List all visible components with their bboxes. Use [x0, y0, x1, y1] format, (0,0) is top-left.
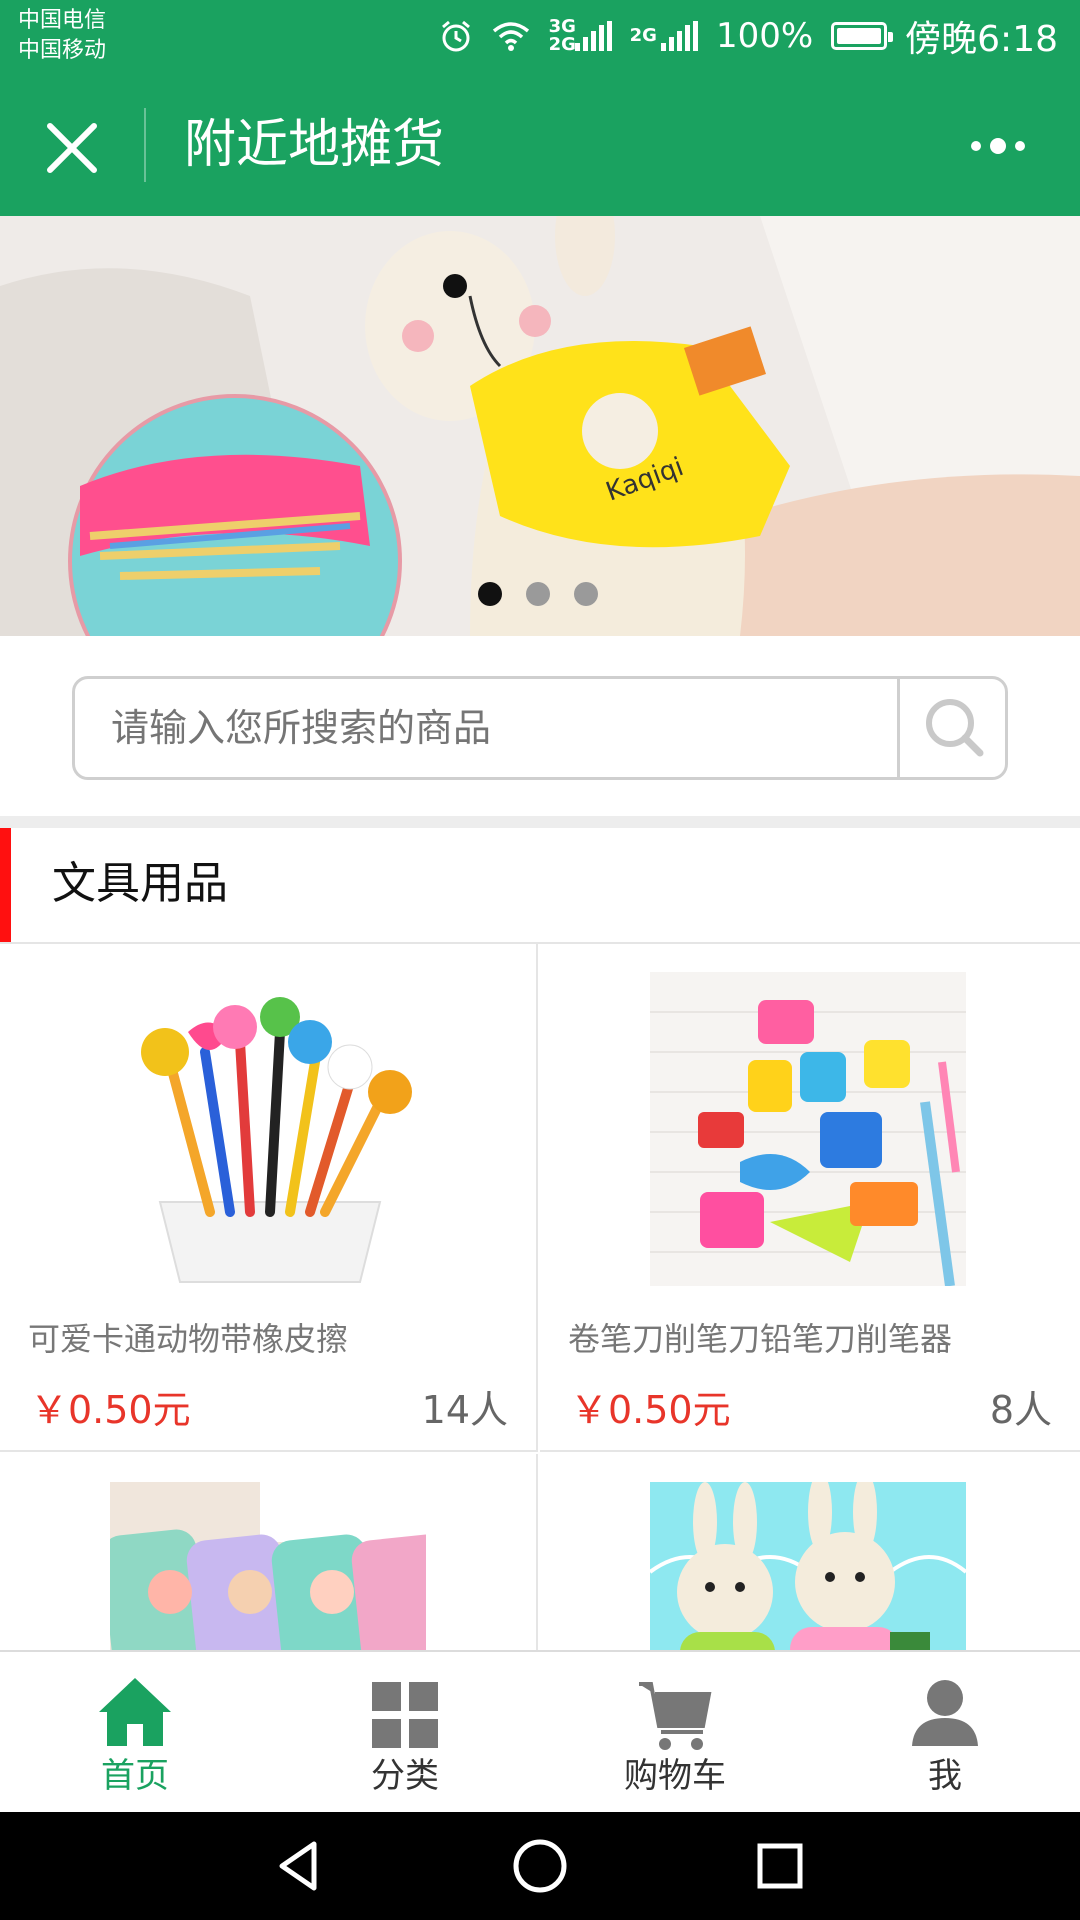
signal-2: 2G [630, 21, 698, 51]
tab-me[interactable]: 我 [810, 1652, 1080, 1812]
tab-category[interactable]: 分类 [270, 1652, 540, 1812]
banner-dot-3[interactable] [574, 582, 598, 606]
nav-bar: 附近地摊货 [0, 74, 1080, 216]
section-accent-bar [0, 828, 11, 942]
tab-category-label: 分类 [371, 1756, 439, 1796]
bottom-tab-bar: 首页 分类 购物车 我 [0, 1650, 1080, 1812]
tab-me-label: 我 [928, 1756, 962, 1796]
search-input[interactable] [111, 679, 891, 777]
banner-carousel[interactable]: Kaqiqi [0, 216, 1080, 636]
wifi-icon [492, 22, 529, 51]
banner-image: Kaqiqi [0, 216, 1080, 636]
close-button[interactable] [36, 112, 108, 184]
recents-button[interactable] [748, 1834, 812, 1898]
product-image [650, 972, 966, 1286]
more-dots-icon [971, 141, 981, 151]
product-card[interactable]: 卷笔刀削笔刀铅笔刀削笔器 ￥0.50元 8人 [540, 944, 1080, 1452]
product-image [110, 972, 426, 1286]
home-circle-icon [513, 1839, 567, 1893]
status-indicators: 3G 2G 2G 100% 傍晚6:18 [439, 10, 1058, 62]
carrier-1: 中国电信 [18, 8, 107, 33]
back-button[interactable] [268, 1834, 332, 1898]
tab-cart[interactable]: 购物车 [540, 1652, 810, 1812]
close-icon [47, 123, 97, 173]
system-nav-bar [0, 1812, 1080, 1920]
product-card[interactable] [540, 1454, 1080, 1650]
alarm-icon [441, 20, 470, 52]
section-separator [0, 816, 1080, 828]
product-price: ￥0.50元 [570, 1388, 731, 1432]
product-name: 可爱卡通动物带橡皮擦 [28, 1320, 349, 1358]
tab-home[interactable]: 首页 [0, 1652, 270, 1812]
product-price: ￥0.50元 [30, 1388, 191, 1432]
home-button[interactable] [508, 1834, 572, 1898]
search-area [0, 636, 1080, 816]
search-box [72, 676, 1008, 780]
battery-percent: 100% [715, 16, 814, 56]
product-card[interactable] [0, 1454, 538, 1650]
grid-icon [372, 1682, 438, 1748]
search-button[interactable] [897, 679, 1005, 777]
signal-1: 3G 2G [549, 18, 612, 54]
recents-square-icon [757, 1843, 803, 1889]
product-buyers: 8人 [989, 1388, 1052, 1432]
status-time: 傍晚6:18 [905, 19, 1058, 60]
product-name: 卷笔刀削笔刀铅笔刀削笔器 [568, 1320, 953, 1358]
product-card[interactable]: 可爱卡通动物带橡皮擦 ￥0.50元 14人 [0, 944, 538, 1452]
signal-bars-1-icon [574, 21, 612, 51]
carrier-2: 中国移动 [18, 38, 107, 63]
tab-home-label: 首页 [101, 1756, 169, 1796]
status-bar: 中国电信 中国移动 3G 2G 2G 100% 傍晚6:18 [0, 0, 1080, 74]
product-grid: 可爱卡通动物带橡皮擦 ￥0.50元 14人 卷笔刀削笔刀铅笔刀削笔器 ￥0.50… [0, 944, 1080, 1650]
product-buyers: 14人 [421, 1388, 508, 1432]
carrier-info: 中国电信 中国移动 [18, 6, 106, 66]
banner-dot-1[interactable] [478, 582, 502, 606]
page-title: 附近地摊货 [184, 115, 445, 175]
user-icon [912, 1680, 978, 1746]
battery-icon [831, 22, 894, 50]
cart-icon [639, 1682, 712, 1750]
back-triangle-icon [279, 1841, 317, 1891]
nav-divider [144, 108, 146, 182]
banner-dot-2[interactable] [526, 582, 550, 606]
signal-bars-2-icon [660, 21, 698, 51]
search-icon [926, 699, 984, 757]
product-image [650, 1482, 966, 1650]
product-image [110, 1482, 426, 1650]
section-header: 文具用品 [0, 828, 1080, 944]
network-type-2: 2G [629, 25, 657, 46]
more-button[interactable] [952, 124, 1044, 168]
tab-cart-label: 购物车 [624, 1756, 726, 1796]
banner-pagination [478, 582, 598, 606]
network-type-1: 3G 2G [548, 16, 576, 55]
home-icon [99, 1678, 171, 1746]
section-title: 文具用品 [52, 858, 228, 909]
